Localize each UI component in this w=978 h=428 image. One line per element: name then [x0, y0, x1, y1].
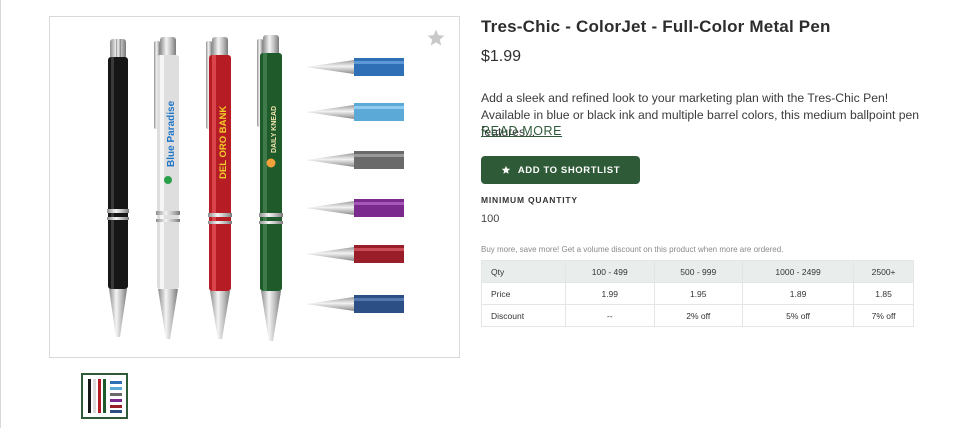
pen-red: DEL ORO BANK [206, 37, 232, 339]
svg-text:DEL ORO BANK: DEL ORO BANK [218, 106, 229, 179]
price-cell: 1.95 [653, 282, 743, 305]
read-more-link[interactable]: READ MORE [481, 124, 562, 138]
shortlist-button-label: ADD TO SHORTLIST [517, 164, 621, 176]
pens-illustration: Blue Paradise DEL ORO BANK DAILY KNEAD [107, 35, 404, 341]
pen-tips [306, 58, 404, 313]
pricing-table: Qty 100 - 499 500 - 999 1000 - 2499 2500… [481, 260, 914, 327]
volume-discount-note: Buy more, save more! Get a volume discou… [481, 245, 784, 254]
header-tier-2: 500 - 999 [653, 260, 743, 283]
price-cell: 1.99 [565, 282, 655, 305]
thumbnail-pens-icon [88, 379, 122, 413]
header-tier-4: 2500+ [853, 260, 914, 283]
svg-text:DAILY KNEAD: DAILY KNEAD [271, 106, 278, 153]
product-main-image[interactable]: Blue Paradise DEL ORO BANK DAILY KNEAD [49, 16, 460, 358]
pricing-header-row: Qty 100 - 499 500 - 999 1000 - 2499 2500… [481, 260, 914, 283]
minimum-quantity-label: MINIMUM QUANTITY [481, 195, 578, 205]
price-cell: 1.85 [853, 282, 914, 305]
svg-text:Blue Paradise: Blue Paradise [166, 100, 177, 167]
discount-cell: 2% off [653, 304, 743, 327]
product-thumbnail[interactable] [81, 373, 128, 419]
row-label-discount: Discount [481, 304, 566, 327]
add-to-shortlist-button[interactable]: ADD TO SHORTLIST [481, 156, 640, 184]
header-tier-3: 1000 - 2499 [741, 260, 855, 283]
price-cell: 1.89 [741, 282, 855, 305]
page-left-border [0, 0, 1, 428]
star-icon [501, 165, 510, 174]
discount-cell: 7% off [853, 304, 914, 327]
minimum-quantity-value: 100 [481, 213, 500, 225]
pen-green: DAILY KNEAD [257, 35, 283, 341]
header-tier-1: 100 - 499 [565, 260, 655, 283]
product-price: $1.99 [481, 48, 522, 65]
table-row: Price 1.99 1.95 1.89 1.85 [481, 282, 914, 305]
discount-cell: -- [565, 304, 655, 327]
discount-cell: 5% off [741, 304, 855, 327]
header-qty: Qty [481, 260, 566, 283]
pen-black [107, 39, 129, 337]
table-row: Discount -- 2% off 5% off 7% off [481, 304, 914, 327]
star-outline-icon[interactable] [426, 28, 446, 48]
pen-white: Blue Paradise [154, 37, 180, 339]
row-label-price: Price [481, 282, 566, 305]
product-title: Tres-Chic - ColorJet - Full-Color Metal … [481, 17, 831, 36]
